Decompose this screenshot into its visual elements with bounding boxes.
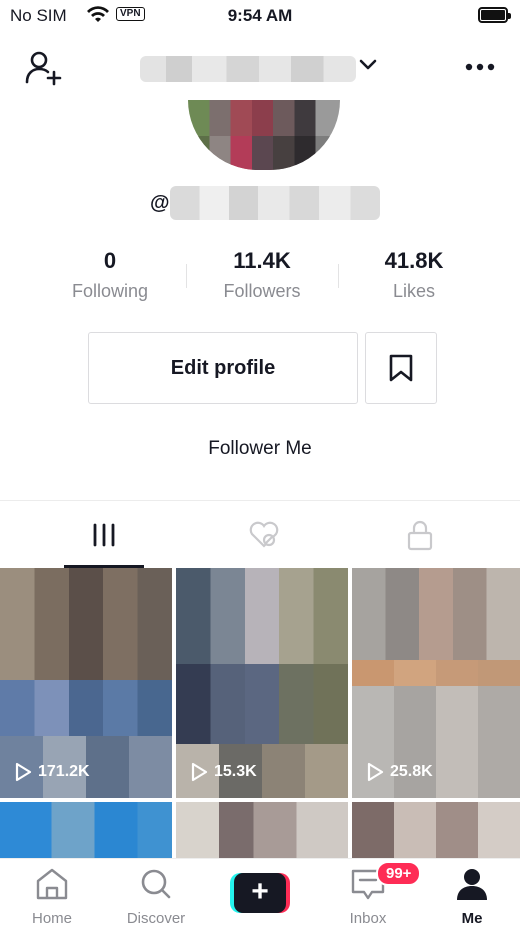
clock: 9:54 AM — [227, 6, 293, 25]
chevron-down-icon[interactable] — [358, 58, 378, 77]
profile-header — [0, 40, 520, 100]
lock-icon — [407, 520, 433, 551]
stat-likes[interactable]: 41.8K Likes — [338, 246, 490, 306]
tab-videos[interactable] — [84, 517, 124, 553]
bio-text: Follower Me — [208, 438, 312, 459]
video-thumbnail[interactable] — [176, 802, 348, 858]
avatar[interactable] — [188, 100, 340, 170]
play-icon — [367, 762, 384, 782]
stat-value: 11.4K — [233, 248, 291, 273]
view-count-value: 15.3K — [214, 763, 257, 780]
add-user-icon[interactable] — [24, 48, 64, 88]
stat-value: 0 — [103, 248, 117, 273]
tab-liked[interactable] — [244, 517, 284, 553]
inbox-badge: 99+ — [376, 861, 422, 886]
video-grid: 171.2K 15.3K 25.8K — [0, 568, 520, 858]
bottom-nav: Home Discover + 99+ Inbox Me — [0, 858, 520, 935]
search-icon — [141, 869, 171, 899]
video-thumbnail[interactable] — [0, 802, 172, 858]
stat-followers[interactable]: 11.4K Followers — [186, 246, 338, 306]
liked-private-icon — [249, 521, 279, 548]
handle-at: @ — [150, 192, 170, 214]
videos-grid-icon — [93, 523, 115, 547]
profile-tabs — [0, 500, 520, 568]
nav-label: Me — [461, 910, 483, 927]
nav-inbox[interactable]: 99+ Inbox — [316, 861, 422, 927]
battery-icon — [478, 7, 511, 23]
nav-label: Home — [31, 910, 72, 927]
stat-label: Followers — [223, 281, 301, 301]
view-count-value: 171.2K — [38, 763, 90, 780]
view-count-value: 25.8K — [390, 763, 433, 780]
video-thumbnail[interactable]: 15.3K — [176, 568, 348, 798]
status-bar: No SIM VPN 9:54 AM — [0, 0, 520, 32]
handle-redacted — [170, 186, 380, 220]
view-count: 171.2K — [14, 762, 90, 782]
nav-discover[interactable]: Discover — [104, 867, 208, 927]
nav-label: Inbox — [349, 910, 387, 927]
username-redacted[interactable] — [140, 56, 356, 82]
edit-profile-button[interactable]: Edit profile — [88, 332, 358, 404]
nav-label: Discover — [126, 910, 186, 927]
bookmark-button[interactable] — [365, 332, 437, 404]
video-thumbnail[interactable]: 25.8K — [352, 568, 520, 798]
video-thumbnail[interactable] — [352, 802, 520, 858]
stat-label: Likes — [392, 281, 436, 301]
profile-stats: 0 Following 11.4K Followers 41.8K Likes — [34, 246, 490, 310]
nav-create[interactable]: + — [208, 867, 312, 913]
view-count: 25.8K — [366, 762, 433, 782]
view-count: 15.3K — [190, 762, 257, 782]
home-icon — [36, 868, 68, 900]
play-icon — [15, 762, 32, 782]
stat-label: Following — [71, 281, 149, 301]
bookmark-icon — [389, 354, 413, 382]
nav-home[interactable]: Home — [0, 867, 104, 927]
more-icon[interactable] — [462, 54, 498, 80]
play-icon — [191, 762, 208, 782]
profile-icon — [457, 869, 487, 900]
tab-private[interactable] — [400, 517, 440, 553]
video-thumbnail[interactable]: 171.2K — [0, 568, 172, 798]
stat-following[interactable]: 0 Following — [34, 246, 186, 306]
stat-value: 41.8K — [384, 248, 444, 273]
nav-me[interactable]: Me — [420, 867, 520, 927]
plus-icon: + — [230, 873, 290, 913]
